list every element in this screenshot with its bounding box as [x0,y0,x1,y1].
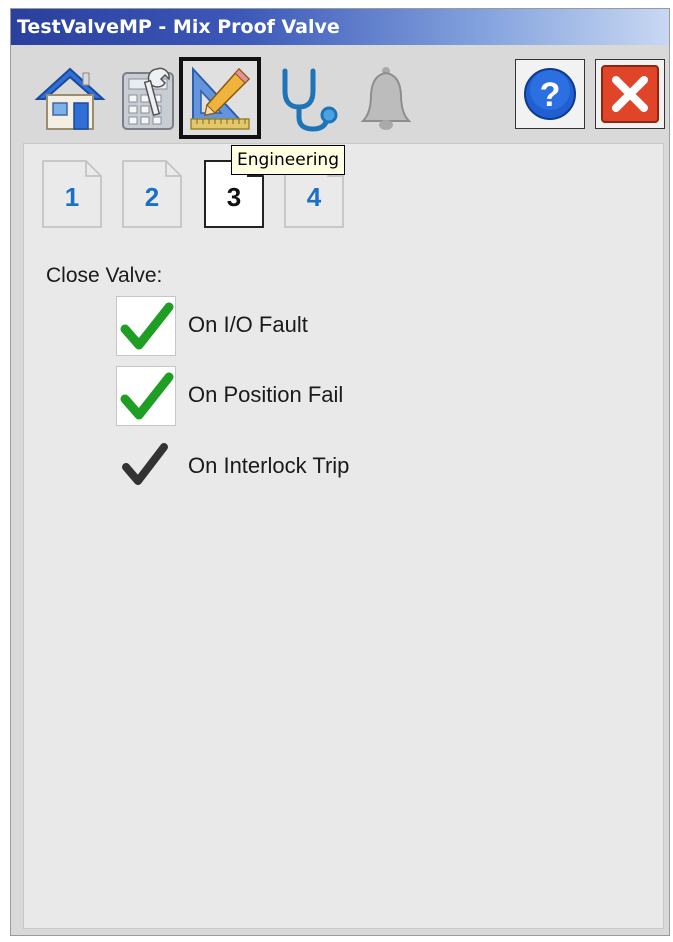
page-tab-label: 3 [226,182,242,212]
close-button[interactable] [595,59,665,129]
diagnostics-button[interactable] [269,57,351,139]
close-on-interlock-trip-row: On Interlock Trip [116,437,516,499]
engineering-tooltip: Engineering [231,145,345,175]
toolbar: ? [11,45,669,145]
page-tab-label: 2 [144,182,160,212]
home-button[interactable] [29,57,111,139]
help-button[interactable]: ? [515,59,585,129]
close-valve-label: Close Valve: [46,264,163,287]
page-tab-label: 1 [64,182,80,212]
close-on-interlock-trip-label: On Interlock Trip [188,453,350,478]
page-tab-label: 4 [306,182,322,212]
home-icon [34,67,106,130]
engineering-button[interactable] [179,57,261,139]
bell-icon [360,67,412,130]
window-title: TestValveMP - Mix Proof Valve [11,9,669,45]
engineering-panel: 1 2 3 4 Close Valve: On I/O Fault On Pos… [23,143,664,929]
checkmark-icon [120,372,174,420]
close-on-io-fault-row: On I/O Fault [116,296,516,358]
svg-text:?: ? [540,76,561,114]
close-on-position-fail-checkbox[interactable] [116,366,176,426]
ruler-pencil-icon [190,66,251,130]
stethoscope-icon [282,68,338,132]
page-tab-2[interactable]: 2 [122,160,182,228]
alarms-button[interactable] [345,57,427,139]
checkmark-icon [122,443,168,485]
close-on-position-fail-row: On Position Fail [116,366,516,428]
page-tab-1[interactable]: 1 [42,160,102,228]
faceplate-window: TestValveMP - Mix Proof Valve ? 1 2 3 4 … [10,8,670,936]
close-on-io-fault-label: On I/O Fault [188,312,308,337]
checkmark-icon [120,302,174,350]
close-on-position-fail-label: On Position Fail [188,382,344,407]
help-icon: ? [524,68,576,120]
close-icon [601,65,659,123]
close-on-interlock-trip-indicator [116,437,176,497]
close-on-io-fault-checkbox[interactable] [116,296,176,356]
